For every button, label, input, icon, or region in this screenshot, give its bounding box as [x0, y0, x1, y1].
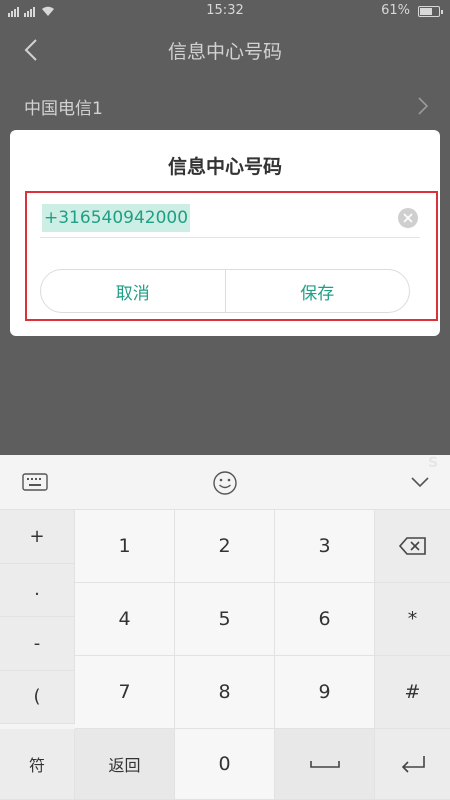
cancel-button[interactable]: 取消 [41, 270, 225, 312]
carrier-label: 中国电信1 [24, 99, 103, 119]
key-2[interactable]: 2 [175, 510, 275, 583]
backspace-icon [398, 537, 426, 555]
space-key[interactable] [275, 729, 375, 800]
chevron-down-icon[interactable] [410, 475, 430, 489]
key-3[interactable]: 3 [275, 510, 375, 583]
emoji-icon[interactable] [212, 470, 238, 496]
sogou-logo: S [428, 455, 439, 471]
key-star[interactable]: * [375, 583, 450, 656]
key-4[interactable]: 4 [75, 583, 175, 656]
key-5[interactable]: 5 [175, 583, 275, 656]
key-dot[interactable]: . [0, 563, 75, 617]
battery-icon [418, 6, 443, 17]
clear-x-glyph [403, 213, 413, 223]
key-7[interactable]: 7 [75, 656, 175, 729]
number-input-row[interactable]: +316540942000 [40, 198, 420, 238]
numeric-keyboard: S + . - ( 1 2 3 4 5 6 * 7 8 9 # 符 返回 0 [0, 455, 450, 800]
key-1[interactable]: 1 [75, 510, 175, 583]
key-0[interactable]: 0 [175, 729, 275, 800]
dialog-title: 信息中心号码 [167, 156, 282, 178]
sms-center-number-input[interactable]: +316540942000 [42, 204, 191, 232]
battery-percent: 61% [381, 3, 410, 18]
keypad: + . - ( 1 2 3 4 5 6 * 7 8 9 # 符 返回 0 [0, 510, 450, 800]
page-title: 信息中心号码 [167, 41, 282, 63]
carrier-row[interactable]: 中国电信1 [0, 82, 450, 130]
nav-bar: 信息中心号码 [0, 24, 450, 76]
key-plus[interactable]: + [0, 510, 75, 564]
space-icon [309, 761, 340, 768]
key-minus[interactable]: - [0, 617, 75, 671]
key-9[interactable]: 9 [275, 656, 375, 729]
chevron-right-icon [418, 97, 429, 115]
save-button[interactable]: 保存 [224, 270, 410, 312]
keyboard-toolbar: S [0, 455, 450, 510]
symbols-key[interactable]: 符 [0, 729, 75, 800]
key-6[interactable]: 6 [275, 583, 375, 656]
return-key[interactable]: 返回 [75, 729, 175, 800]
backspace-key[interactable] [375, 510, 450, 583]
enter-icon [401, 756, 425, 773]
sms-center-dialog: 信息中心号码 +316540942000 取消 保存 [10, 130, 440, 336]
key-paren[interactable]: ( [0, 670, 75, 724]
key-8[interactable]: 8 [175, 656, 275, 729]
keyboard-icon[interactable] [22, 472, 48, 492]
clear-icon[interactable] [398, 208, 418, 228]
status-bar: 15:32 61% [0, 0, 450, 24]
key-hash[interactable]: # [375, 656, 450, 729]
enter-key[interactable] [375, 729, 450, 800]
dialog-button-group: 取消 保存 [40, 269, 410, 313]
